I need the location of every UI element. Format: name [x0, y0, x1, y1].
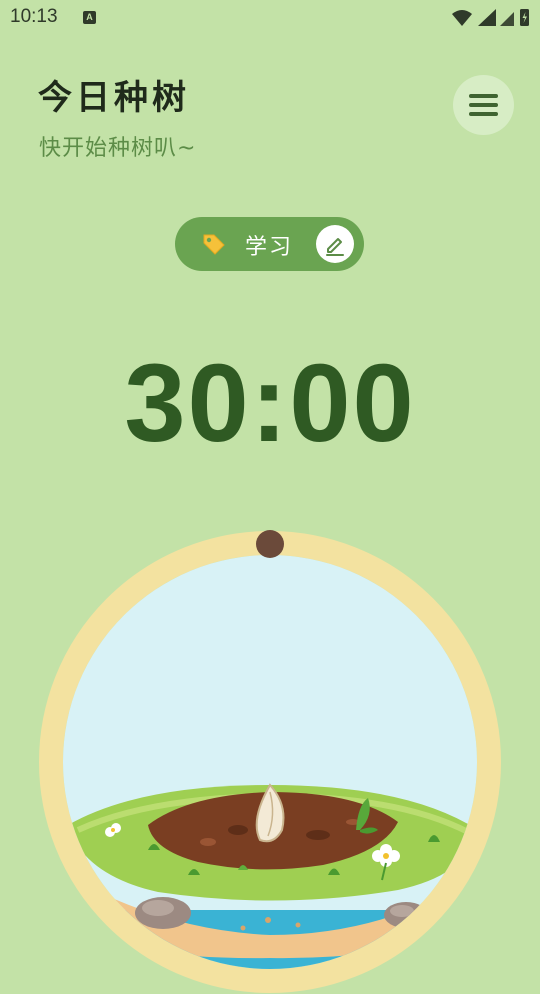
- edit-tag-button[interactable]: [316, 225, 354, 263]
- status-bar: 10:13 A: [0, 0, 540, 36]
- tag-label: 学习: [245, 235, 294, 260]
- progress-knob: [256, 530, 284, 558]
- tree-scene: [39, 530, 501, 993]
- system-status-icons: [452, 9, 529, 26]
- countdown-timer: 30:00: [124, 342, 416, 465]
- tag-icon: [203, 234, 225, 255]
- wifi-icon: [452, 10, 472, 26]
- menu-button[interactable]: [453, 75, 514, 135]
- page-subtitle: 快开始种树叭~: [39, 136, 197, 161]
- timer-ring[interactable]: [38, 530, 502, 994]
- page-title: 今日种树: [38, 78, 190, 118]
- signal-icon: [500, 12, 514, 26]
- pencil-edit-icon: [326, 238, 344, 256]
- notification-a-icon: A: [83, 11, 96, 24]
- status-time: 10:13: [10, 6, 58, 27]
- signal-icon: [478, 9, 496, 26]
- tag-selector[interactable]: 学习: [175, 217, 364, 271]
